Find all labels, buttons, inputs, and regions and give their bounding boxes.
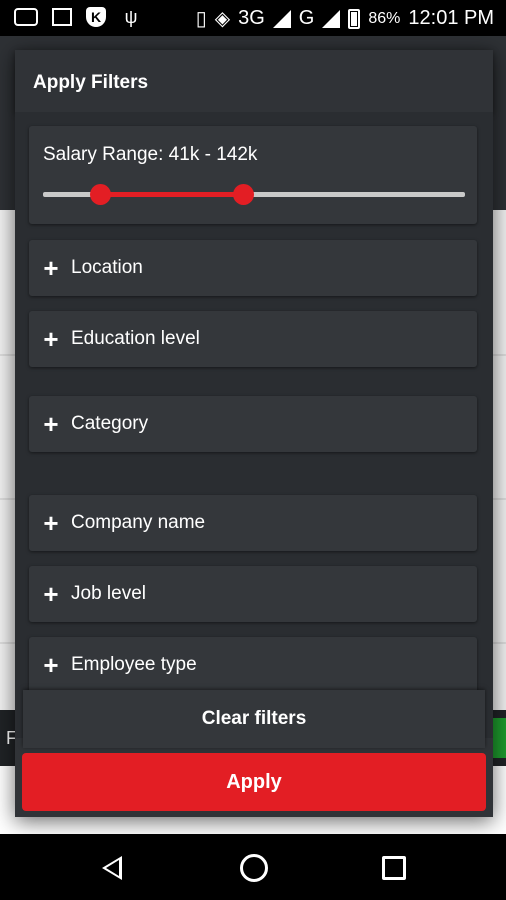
usb-icon: ψ (124, 7, 138, 27)
filter-dialog: Apply Filters Salary Range: 41k - 142k +… (15, 50, 493, 817)
filter-list[interactable]: Salary Range: 41k - 142k + Location + Ed… (15, 112, 493, 738)
battery-icon (348, 8, 361, 29)
filter-label: Employee type (71, 654, 197, 675)
clear-filters-button[interactable]: Clear filters (23, 690, 485, 748)
filter-label: Location (71, 257, 143, 278)
slider-selected-range (100, 192, 243, 197)
filter-company-name[interactable]: + Company name (29, 495, 477, 551)
plus-icon: + (43, 650, 59, 680)
filter-label: Job level (71, 583, 146, 604)
vibrate-icon: ▯ (195, 8, 207, 30)
status-bar: K ψ ▯ ◈ 3G G 86% 12:01 PM (0, 0, 506, 36)
filter-employee-type[interactable]: + Employee type (29, 637, 477, 693)
home-icon[interactable] (240, 854, 268, 882)
system-nav-bar (0, 834, 506, 900)
filter-education-level[interactable]: + Education level (29, 311, 477, 367)
wifi-icon: ◈ (214, 8, 231, 30)
message-icon (14, 8, 38, 26)
signal-icon (272, 9, 291, 28)
salary-range-label: Salary Range: 41k - 142k (43, 144, 258, 165)
plus-icon: + (43, 409, 59, 439)
salary-range-slider[interactable] (43, 180, 465, 208)
filter-label: Education level (71, 328, 200, 349)
plus-icon: + (43, 508, 59, 538)
slider-min-thumb[interactable] (90, 184, 111, 205)
signal-2-icon (322, 9, 341, 28)
filter-label: Company name (71, 512, 206, 533)
filter-location[interactable]: + Location (29, 240, 477, 296)
image-icon (52, 8, 72, 26)
recent-apps-icon[interactable] (382, 856, 406, 880)
clock: 12:01 PM (408, 7, 494, 29)
back-icon[interactable] (102, 856, 122, 880)
apply-button[interactable]: Apply (22, 753, 486, 811)
network-3g-label: 3G (238, 7, 265, 29)
network-g-label: G (298, 7, 315, 29)
slider-max-thumb[interactable] (233, 184, 254, 205)
filter-job-level[interactable]: + Job level (29, 566, 477, 622)
dialog-title: Apply Filters (15, 50, 493, 112)
plus-icon: + (43, 324, 59, 354)
plus-icon: + (43, 253, 59, 283)
k-app-icon: K (86, 7, 106, 27)
filter-label: Category (71, 413, 149, 434)
salary-range-card: Salary Range: 41k - 142k (29, 126, 477, 224)
battery-percent: 86% (368, 9, 401, 27)
plus-icon: + (43, 579, 59, 609)
filter-category[interactable]: + Category (29, 396, 477, 452)
